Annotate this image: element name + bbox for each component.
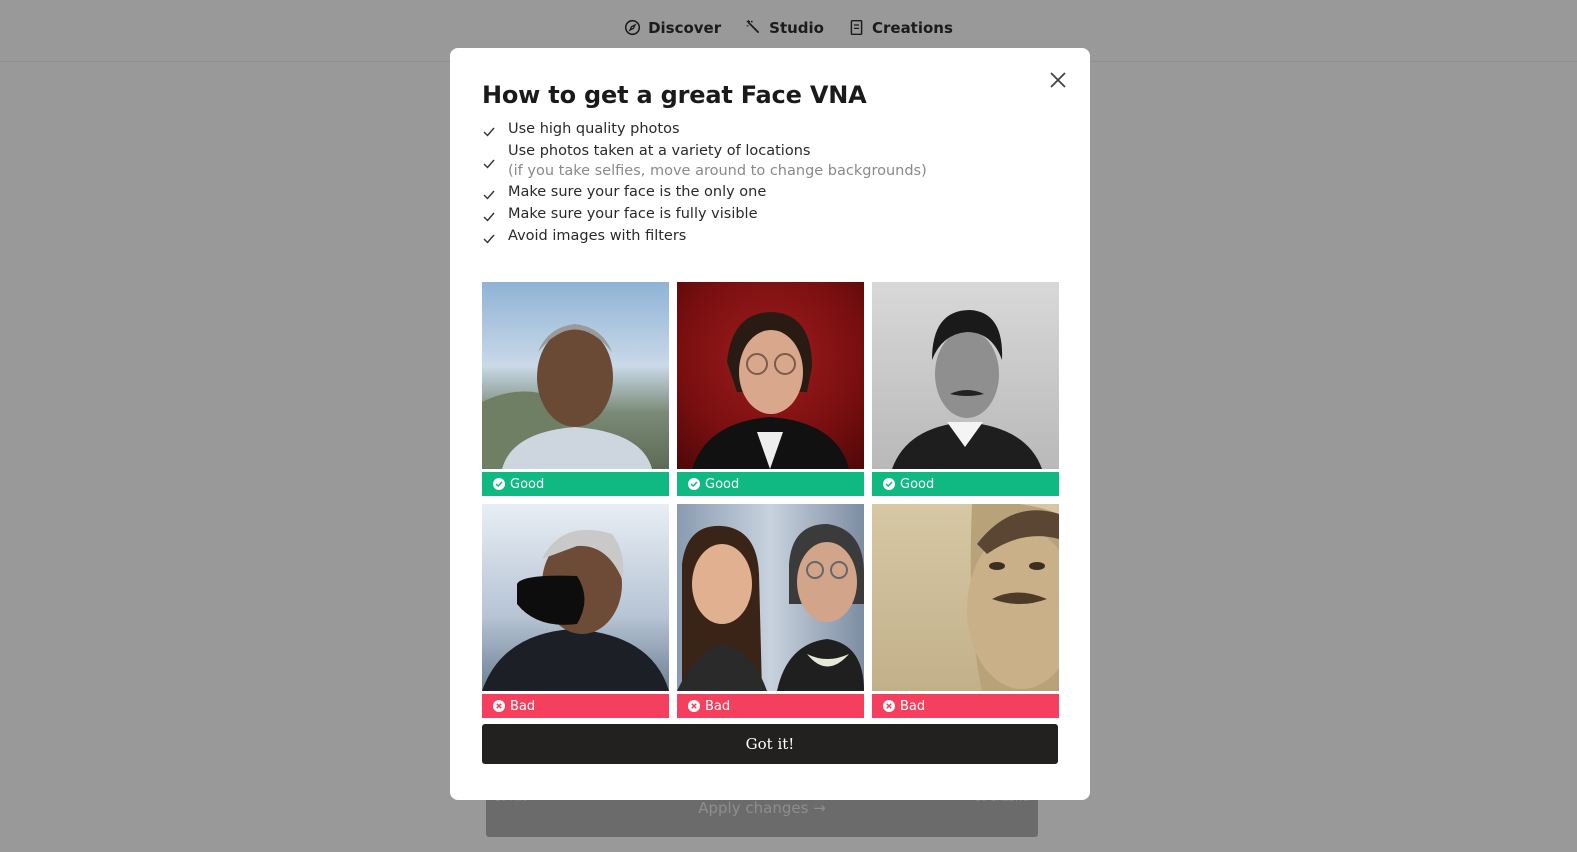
status-label: Good xyxy=(705,476,740,492)
check-circle-icon xyxy=(883,478,895,490)
tip-item: Make sure your face is the only one xyxy=(483,184,1063,201)
example-photo xyxy=(872,282,1059,469)
status-label: Bad xyxy=(510,698,536,714)
tip-text: Make sure your face is the only one xyxy=(508,184,767,200)
status-badge: Good xyxy=(677,472,864,496)
checkmark-icon xyxy=(483,234,495,244)
x-circle-icon xyxy=(493,700,505,712)
tip-item: Use high quality photos xyxy=(483,121,1063,138)
tip-text: Use high quality photos xyxy=(508,121,680,137)
x-circle-icon xyxy=(883,700,895,712)
example-photo-grid: Good Good Good Bad Bad Bad xyxy=(482,282,1059,718)
nav-discover[interactable]: Discover xyxy=(624,19,721,37)
nav-studio[interactable]: Studio xyxy=(745,19,824,37)
example-photo xyxy=(677,504,864,691)
magic-wand-icon xyxy=(746,19,760,34)
nav-creations-label: Creations xyxy=(871,18,953,37)
status-label: Good xyxy=(510,476,545,492)
example-photo xyxy=(482,504,669,691)
tips-list: Use high quality photos Use photos taken… xyxy=(483,121,1063,250)
modal-title: How to get a great Face VNA xyxy=(482,81,867,109)
check-circle-icon xyxy=(493,478,505,490)
status-badge: Good xyxy=(872,472,1059,496)
face-vna-guide-modal: How to get a great Face VNA Use high qua… xyxy=(450,48,1090,800)
nav-studio-label: Studio xyxy=(769,18,824,37)
tip-item: Make sure your face is fully visible xyxy=(483,206,1063,223)
checkmark-icon xyxy=(483,190,495,200)
nav-creations[interactable]: Creations xyxy=(848,19,953,37)
got-it-button[interactable]: Got it! xyxy=(482,724,1058,764)
example-card-good: Good xyxy=(872,282,1059,496)
close-icon xyxy=(1050,72,1066,88)
apply-changes-button: Apply changes → xyxy=(698,799,826,817)
tip-text: Make sure your face is fully visible xyxy=(508,206,758,222)
tip-item: Use photos taken at a variety of locatio… xyxy=(483,143,1063,179)
tip-item: Avoid images with filters xyxy=(483,228,1063,245)
close-button[interactable] xyxy=(1047,69,1069,91)
archive-icon xyxy=(850,19,863,36)
status-badge: Bad xyxy=(677,694,864,718)
status-badge: Bad xyxy=(872,694,1059,718)
checkmark-icon xyxy=(483,212,495,222)
tip-subtext: (if you take selfies, move around to cha… xyxy=(508,163,927,179)
check-circle-icon xyxy=(688,478,700,490)
tip-text: Avoid images with filters xyxy=(508,228,687,244)
example-card-bad: Bad xyxy=(872,504,1059,718)
example-photo xyxy=(872,504,1059,691)
status-label: Bad xyxy=(705,698,731,714)
example-card-bad: Bad xyxy=(482,504,669,718)
example-photo xyxy=(677,282,864,469)
x-circle-icon xyxy=(688,700,700,712)
tip-text: Use photos taken at a variety of locatio… xyxy=(508,143,811,159)
example-photo xyxy=(482,282,669,469)
status-badge: Good xyxy=(482,472,669,496)
compass-icon xyxy=(624,19,641,36)
nav-discover-label: Discover xyxy=(648,18,722,37)
checkmark-icon xyxy=(483,159,495,169)
example-card-bad: Bad xyxy=(677,504,864,718)
example-card-good: Good xyxy=(677,282,864,496)
status-badge: Bad xyxy=(482,694,669,718)
example-card-good: Good xyxy=(482,282,669,496)
status-label: Good xyxy=(900,476,935,492)
status-label: Bad xyxy=(900,698,926,714)
checkmark-icon xyxy=(483,127,495,137)
